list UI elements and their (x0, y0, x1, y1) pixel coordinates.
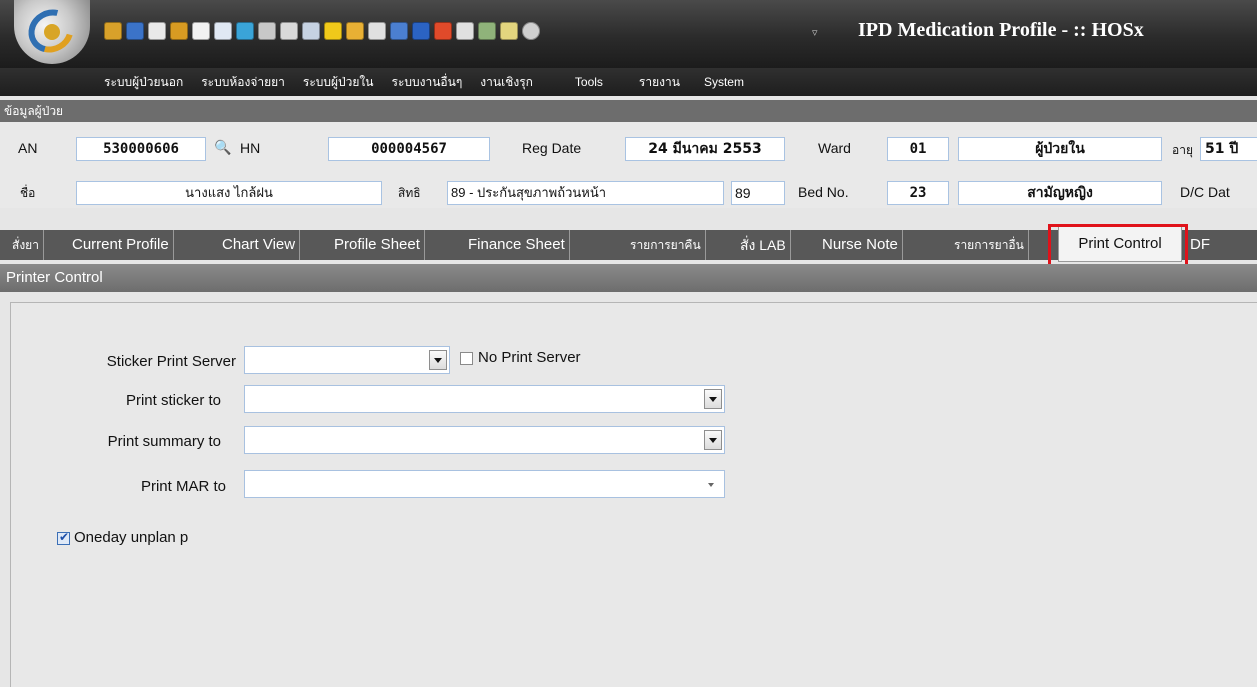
sticker-server-dropdown-icon[interactable] (429, 350, 447, 370)
no-print-server-checkbox[interactable] (460, 352, 473, 365)
binoculars-icon[interactable]: 🔍 (214, 139, 231, 156)
hn-label: HN (240, 140, 261, 156)
window-title: IPD Medication Profile - :: HOSx (858, 19, 1144, 41)
bed-field[interactable]: 23 (887, 181, 949, 205)
monitor-icon[interactable] (390, 22, 408, 40)
an-label: AN (18, 140, 38, 156)
play-icon[interactable] (126, 22, 144, 40)
computers-icon[interactable] (478, 22, 496, 40)
patient-section-title: ข้อมูลผู้ป่วย (0, 100, 1257, 122)
tab-lab-order[interactable]: สั่ง LAB (736, 230, 791, 260)
oneday-unplan-checkbox[interactable] (57, 530, 70, 545)
patient-icon[interactable] (104, 22, 122, 40)
menu-system[interactable]: System (704, 72, 762, 92)
ward-code-field[interactable]: 01 (887, 137, 949, 161)
tab-other-drugs[interactable]: รายการยาอื่น (950, 230, 1029, 260)
note-icon[interactable] (214, 22, 232, 40)
download-icon[interactable] (236, 22, 254, 40)
oneday-unplan-label: Oneday unplan p (74, 529, 189, 546)
lightning-icon[interactable] (324, 22, 342, 40)
age-field[interactable]: 51 ปี (1200, 137, 1257, 161)
tab-order[interactable]: สั่งยา (8, 230, 44, 260)
tab-drug-return[interactable]: รายการยาคืน (626, 230, 706, 260)
clock-icon[interactable] (412, 22, 430, 40)
bed-name-field[interactable]: สามัญหญิง (958, 181, 1162, 205)
right-field[interactable]: 89 - ประกันสุขภาพถ้วนหน้า (447, 181, 724, 205)
list-icon[interactable] (368, 22, 386, 40)
right-label: สิทธิ (398, 186, 421, 200)
menu-other[interactable]: ระบบงานอื่นๆ (392, 72, 481, 92)
tab-profile-sheet[interactable]: Profile Sheet (330, 230, 425, 260)
regdate-field[interactable]: 24 มีนาคม 2553 (625, 137, 785, 161)
menu-pharmacy[interactable]: ระบบห้องจ่ายยา (201, 72, 303, 92)
envelope-icon[interactable] (500, 22, 518, 40)
ward-label: Ward (818, 140, 851, 156)
report-icon[interactable] (456, 22, 474, 40)
person-icon[interactable] (346, 22, 364, 40)
circle-icon[interactable] (522, 22, 540, 40)
printer-control-header: Printer Control (0, 264, 1257, 292)
tab-chart-view[interactable]: Chart View (218, 230, 301, 260)
print-sticker-to-dropdown-icon[interactable] (704, 389, 722, 409)
print-sticker-to-select[interactable] (244, 385, 725, 413)
no-print-server-label: No Print Server (478, 349, 581, 366)
document-icon[interactable] (148, 22, 166, 40)
menu-tools[interactable]: Tools (575, 72, 639, 92)
menu-report[interactable]: รายงาน (639, 72, 704, 92)
an-field[interactable]: 530000606 (76, 137, 206, 161)
hn-field[interactable]: 000004567 (328, 137, 490, 161)
user-add-icon[interactable] (170, 22, 188, 40)
bed-label: Bed No. (798, 184, 849, 200)
print-summary-to-select[interactable] (244, 426, 725, 454)
menu-items: ระบบผู้ป่วยนอก ระบบห้องจ่ายยา ระบบผู้ป่ว… (100, 72, 762, 92)
tab-df[interactable]: DF (1186, 230, 1214, 260)
name-field[interactable]: นางแสง ไกล้ฝน (76, 181, 382, 205)
quick-access-toolbar (104, 22, 540, 44)
print-sticker-to-label: Print sticker to (125, 392, 221, 409)
edit-icon[interactable] (192, 22, 210, 40)
toolbar-customize-icon[interactable]: ▿ (812, 26, 818, 39)
table-icon[interactable] (280, 22, 298, 40)
print-summary-to-label: Print summary to (107, 433, 221, 450)
grid-icon[interactable] (302, 22, 320, 40)
print-mar-to-label: Print MAR to (140, 478, 226, 495)
age-label: อายุ (1172, 143, 1193, 157)
home-icon[interactable] (434, 22, 452, 40)
menu-proactive[interactable]: งานเชิงรุก (480, 72, 575, 92)
sticker-server-select[interactable] (244, 346, 450, 374)
dc-date-label: D/C Dat (1180, 184, 1230, 200)
sticker-server-label: Sticker Print Server (106, 353, 236, 370)
print-mar-to-select[interactable] (244, 470, 725, 498)
tab-nurse-note[interactable]: Nurse Note (818, 230, 903, 260)
right-code-field[interactable]: 89 (731, 181, 785, 205)
menu-outpatient[interactable]: ระบบผู้ป่วยนอก (104, 72, 201, 92)
regdate-label: Reg Date (522, 140, 582, 156)
menu-inpatient[interactable]: ระบบผู้ป่วยใน (303, 72, 392, 92)
tab-current-profile[interactable]: Current Profile (68, 230, 174, 260)
tab-finance-sheet[interactable]: Finance Sheet (464, 230, 570, 260)
ward-name-field[interactable]: ผู้ป่วยใน (958, 137, 1162, 161)
name-label: ชื่อ (20, 186, 36, 200)
calculator-icon[interactable] (258, 22, 276, 40)
print-summary-to-dropdown-icon[interactable] (704, 430, 722, 450)
